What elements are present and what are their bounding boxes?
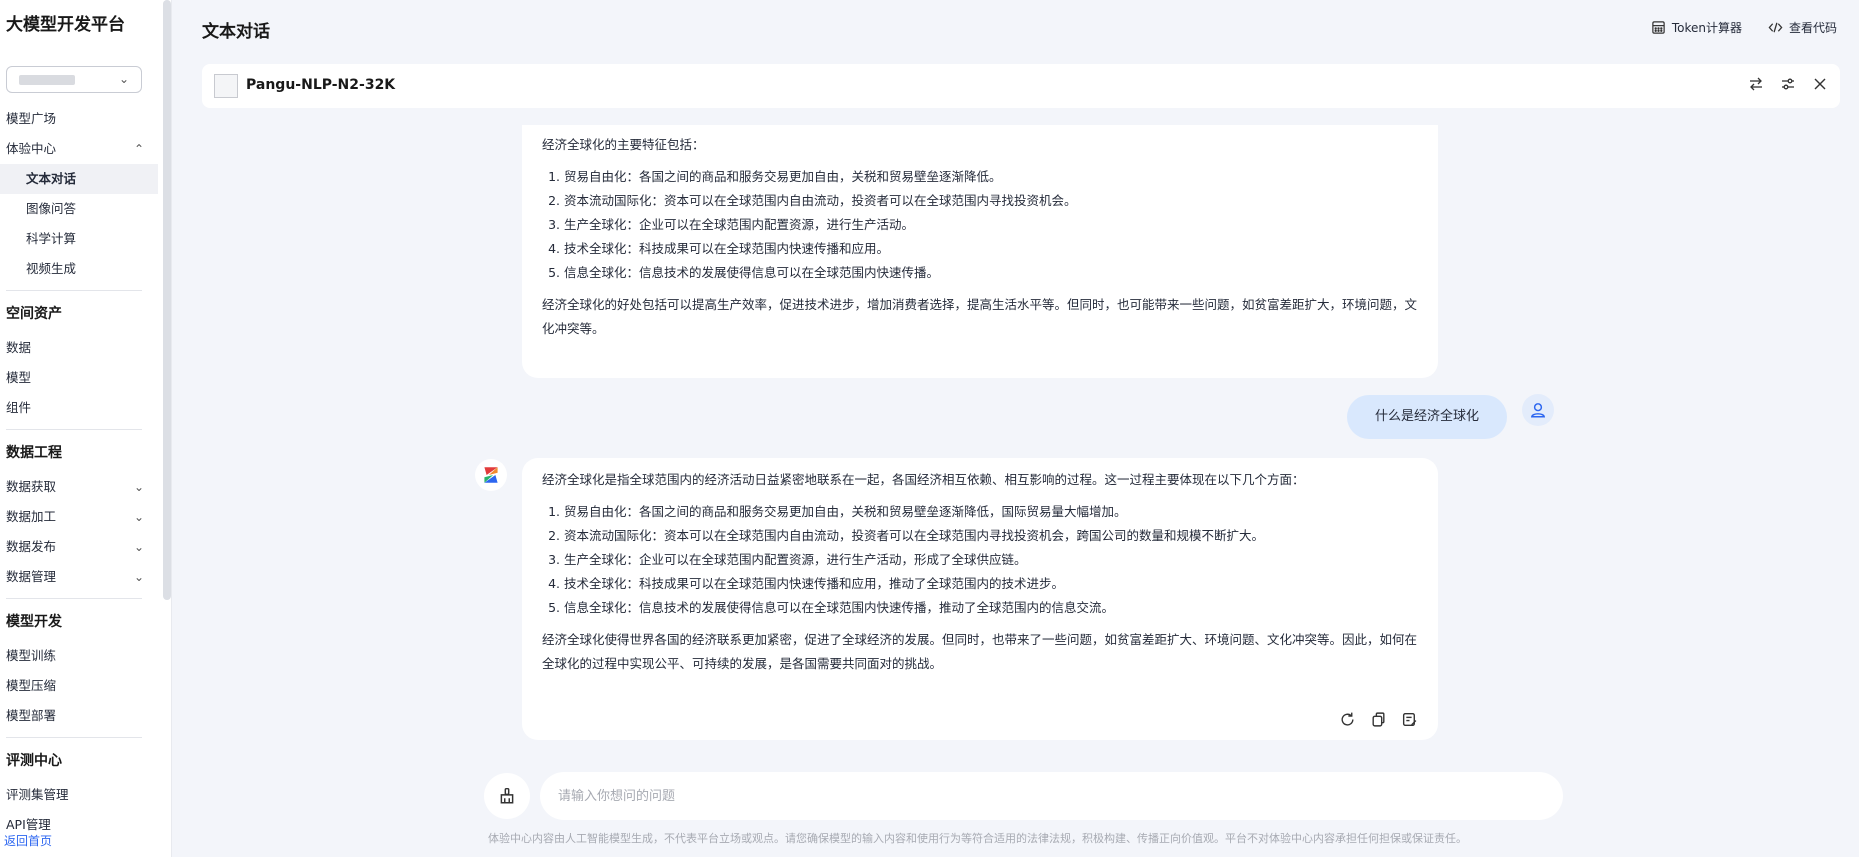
model-bar: Pangu-NLP-N2-32K <box>202 64 1840 108</box>
sidebar-item-data-manage[interactable]: 数据管理 ⌄ <box>0 562 158 592</box>
user-avatar <box>1522 394 1554 426</box>
list-item: 资本流动国际化：资本可以在全球范围内自由流动，投资者可以在全球范围内寻找投资机会… <box>564 189 1418 213</box>
list-item: 生产全球化：企业可以在全球范围内配置资源，进行生产活动。 <box>564 213 1418 237</box>
chevron-down-icon: ⌄ <box>133 570 144 584</box>
view-code-label: 查看代码 <box>1788 21 1837 35</box>
sidebar-item-model-compress[interactable]: 模型压缩 <box>0 671 158 701</box>
sidebar-item-experience-center[interactable]: 体验中心 ⌃ <box>0 134 158 164</box>
list-item: 信息全球化：信息技术的发展使得信息可以在全球范围内快速传播。 <box>564 261 1418 285</box>
sidebar-item-text-chat[interactable]: 文本对话 <box>0 164 158 194</box>
sidebar-item-data-process[interactable]: 数据加工 ⌄ <box>0 502 158 532</box>
pangu-logo-icon <box>484 467 498 483</box>
message-actions <box>1339 711 1418 728</box>
sidebar-item-data[interactable]: 数据 <box>0 333 158 363</box>
sidebar-item-data-acquire[interactable]: 数据获取 ⌄ <box>0 472 158 502</box>
assistant-message: 经济全球化的主要特征包括： 贸易自由化：各国之间的商品和服务交易更加自由，关税和… <box>522 125 1438 378</box>
assistant-avatar <box>475 459 507 491</box>
list-item: 信息全球化：信息技术的发展使得信息可以在全球范围内快速传播，推动了全球范围内的信… <box>564 596 1418 620</box>
swap-icon[interactable] <box>1748 76 1764 92</box>
token-calculator-label: Token计算器 <box>1671 21 1742 35</box>
user-message: 什么是经济全球化 <box>1347 395 1507 439</box>
page-title: 文本对话 <box>202 22 270 42</box>
message-list: 贸易自由化：各国之间的商品和服务交易更加自由，关税和贸易壁垒逐渐降低。 资本流动… <box>542 165 1418 285</box>
chat-input[interactable] <box>540 772 1563 820</box>
divider <box>6 598 142 599</box>
model-name: Pangu-NLP-N2-32K <box>246 77 396 93</box>
list-item: 贸易自由化：各国之间的商品和服务交易更加自由，关税和贸易壁垒逐渐降低，国际贸易量… <box>564 500 1418 524</box>
user-icon <box>1530 403 1546 418</box>
sidebar-group-data-engineering: 数据工程 <box>6 445 62 461</box>
code-icon <box>1768 22 1783 33</box>
chevron-down-icon: ⌄ <box>133 540 144 554</box>
sidebar-item-model[interactable]: 模型 <box>0 363 158 393</box>
sidebar-item-eval-set[interactable]: 评测集管理 <box>0 780 158 810</box>
message-intro: 经济全球化是指全球范围内的经济活动日益紧密地联系在一起，各国经济相互依赖、相互影… <box>542 472 1305 487</box>
workspace-select[interactable]: ⌄ <box>6 66 142 93</box>
broom-icon <box>500 787 514 804</box>
chevron-up-icon: ⌃ <box>133 142 144 156</box>
sidebar-item-video-gen[interactable]: 视频生成 <box>0 254 158 284</box>
top-actions: Token计算器 查看代码 <box>1651 19 1837 36</box>
model-bar-actions <box>1748 76 1828 92</box>
sidebar-item-model-plaza[interactable]: 模型广场 <box>0 104 158 134</box>
chevron-down-icon: ⌄ <box>133 510 144 524</box>
copy-icon[interactable] <box>1370 711 1387 728</box>
calculator-icon <box>1652 21 1665 34</box>
sliders-icon[interactable] <box>1780 76 1796 92</box>
message-intro: 经济全球化的主要特征包括： <box>542 137 705 152</box>
clear-chat-button[interactable] <box>484 773 530 819</box>
refresh-icon[interactable] <box>1339 711 1356 728</box>
divider <box>6 429 142 430</box>
sidebar-group-model-dev: 模型开发 <box>6 614 62 630</box>
divider <box>6 290 142 291</box>
view-code-button[interactable]: 查看代码 <box>1768 19 1837 36</box>
chevron-down-icon: ⌄ <box>133 480 144 494</box>
sidebar-nav: 模型广场 体验中心 ⌃ 文本对话 图像问答 科学计算 视频生成 空间资产 数据 … <box>0 104 158 840</box>
chevron-down-icon: ⌄ <box>118 72 129 86</box>
list-item: 生产全球化：企业可以在全球范围内配置资源，进行生产活动，形成了全球供应链。 <box>564 548 1418 572</box>
sidebar-scrollbar[interactable] <box>163 0 171 600</box>
close-icon[interactable] <box>1812 76 1828 92</box>
sidebar-item-component[interactable]: 组件 <box>0 393 158 423</box>
sidebar-item-model-deploy[interactable]: 模型部署 <box>0 701 158 731</box>
message-outro: 经济全球化的好处包括可以提高生产效率，促进技术进步，增加消费者选择，提高生活水平… <box>542 297 1418 336</box>
list-item: 技术全球化：科技成果可以在全球范围内快速传播和应用，推动了全球范围内的技术进步。 <box>564 572 1418 596</box>
list-item: 资本流动国际化：资本可以在全球范围内自由流动，投资者可以在全球范围内寻找投资机会… <box>564 524 1418 548</box>
edit-note-icon[interactable] <box>1401 711 1418 728</box>
assistant-message: 经济全球化是指全球范围内的经济活动日益紧密地联系在一起，各国经济相互依赖、相互影… <box>522 458 1438 740</box>
sidebar-item-model-train[interactable]: 模型训练 <box>0 641 158 671</box>
token-calculator-button[interactable]: Token计算器 <box>1651 19 1742 36</box>
model-logo-image <box>214 74 238 98</box>
message-outro: 经济全球化使得世界各国的经济联系更加紧密，促进了全球经济的发展。但同时，也带来了… <box>542 632 1418 671</box>
sidebar: 大模型开发平台 ⌄ 模型广场 体验中心 ⌃ 文本对话 图像问答 科学计算 视频生… <box>0 0 172 857</box>
disclaimer-text: 体验中心内容由人工智能模型生成，不代表平台立场或观点。请您确保模型的输入内容和使… <box>488 832 1467 845</box>
sidebar-item-label: 数据发布 <box>6 539 57 554</box>
sidebar-item-image-qa[interactable]: 图像问答 <box>0 194 158 224</box>
sidebar-item-label: 数据管理 <box>6 569 57 584</box>
workspace-name-redacted <box>19 75 75 85</box>
back-home-link[interactable]: 返回首页 <box>4 832 52 849</box>
list-item: 贸易自由化：各国之间的商品和服务交易更加自由，关税和贸易壁垒逐渐降低。 <box>564 165 1418 189</box>
sidebar-item-label: 数据加工 <box>6 509 57 524</box>
sidebar-group-space-assets: 空间资产 <box>6 306 62 322</box>
divider <box>6 737 142 738</box>
sidebar-group-eval-center: 评测中心 <box>6 753 62 769</box>
list-item: 技术全球化：科技成果可以在全球范围内快速传播和应用。 <box>564 237 1418 261</box>
sidebar-item-label: 数据获取 <box>6 479 57 494</box>
sidebar-item-label: 体验中心 <box>6 141 57 156</box>
message-list: 贸易自由化：各国之间的商品和服务交易更加自由，关税和贸易壁垒逐渐降低，国际贸易量… <box>542 500 1418 620</box>
sidebar-item-data-publish[interactable]: 数据发布 ⌄ <box>0 532 158 562</box>
sidebar-item-science-compute[interactable]: 科学计算 <box>0 224 158 254</box>
brand-title: 大模型开发平台 <box>6 15 125 35</box>
